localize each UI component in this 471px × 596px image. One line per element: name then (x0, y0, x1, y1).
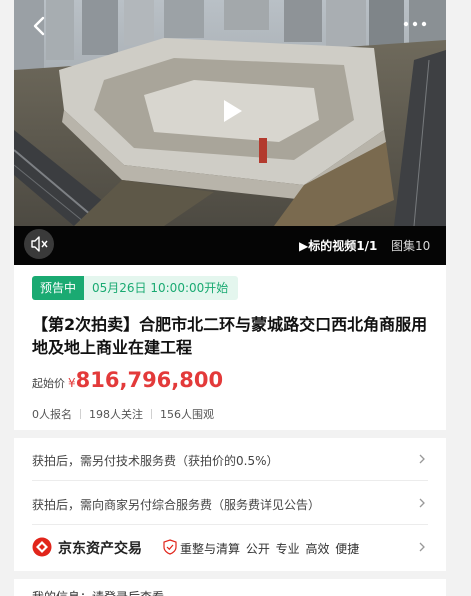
currency-symbol: ¥ (68, 376, 76, 390)
chevron-right-icon (419, 542, 425, 552)
media-bar: ▶标的视频1/1 图集10 (14, 226, 446, 265)
status-badge: 预告中 (32, 276, 85, 300)
price-row: 起始价 ¥ 816,796,800 (32, 368, 223, 392)
play-icon[interactable] (217, 97, 245, 125)
platform-name: 京东资产交易 (58, 541, 142, 557)
fees-card: 获拍后，需另付技术服务费（获拍价的0.5%） 获拍后，需向商家另付综合服务费（服… (14, 438, 446, 571)
divider (151, 409, 152, 419)
auction-title: 【第2次拍卖】合肥市北二环与蒙城路交口西北角商服用地及地上商业在建工程 (32, 315, 428, 357)
mute-button[interactable] (24, 229, 54, 259)
viewer-count: 156人围观 (160, 408, 214, 421)
auction-detail-page: ▶标的视频1/1 图集10 预告中 05月26日 10:00:00开始 【第2次… (14, 0, 446, 596)
service-fee-row[interactable]: 获拍后，需向商家另付综合服务费（服务费详见公告） (32, 482, 428, 525)
my-info-row[interactable]: 我的信息：请登录后查看 (14, 579, 446, 596)
more-icon[interactable] (402, 18, 428, 30)
auction-info-card: 预告中 05月26日 10:00:00开始 【第2次拍卖】合肥市北二环与蒙城路交… (14, 265, 446, 430)
tech-fee-row[interactable]: 获拍后，需另付技术服务费（获拍价的0.5%） (32, 438, 428, 481)
follower-count: 198人关注 (89, 408, 143, 421)
divider (80, 409, 81, 419)
platform-tags: 重整与清算 公开 专业 高效 便捷 (180, 542, 360, 556)
back-icon[interactable] (28, 14, 52, 38)
stats-row: 0人报名 198人关注 156人围观 (32, 406, 214, 422)
gallery-tab[interactable]: 图集10 (391, 237, 430, 254)
speaker-muted-icon (31, 236, 48, 252)
chevron-right-icon (419, 498, 425, 508)
media-viewer[interactable]: ▶标的视频1/1 图集10 (14, 0, 446, 265)
shield-check-icon (163, 539, 177, 555)
jd-logo-icon (32, 537, 52, 557)
start-time: 05月26日 10:00:00开始 (84, 276, 239, 300)
chevron-right-icon (419, 454, 425, 464)
tech-fee-text: 获拍后，需另付技术服务费（获拍价的0.5%） (32, 454, 279, 468)
price-label: 起始价 (32, 377, 65, 390)
starting-price: 816,796,800 (75, 368, 224, 392)
registration-count: 0人报名 (32, 408, 72, 421)
platform-row[interactable]: 京东资产交易 重整与清算 公开 专业 高效 便捷 (32, 526, 428, 568)
status-row: 预告中 05月26日 10:00:00开始 (32, 276, 239, 300)
video-tab[interactable]: ▶标的视频1/1 (299, 237, 377, 254)
my-info-text: 我的信息：请登录后查看 (32, 588, 164, 596)
service-fee-text: 获拍后，需向商家另付综合服务费（服务费详见公告） (32, 498, 321, 512)
